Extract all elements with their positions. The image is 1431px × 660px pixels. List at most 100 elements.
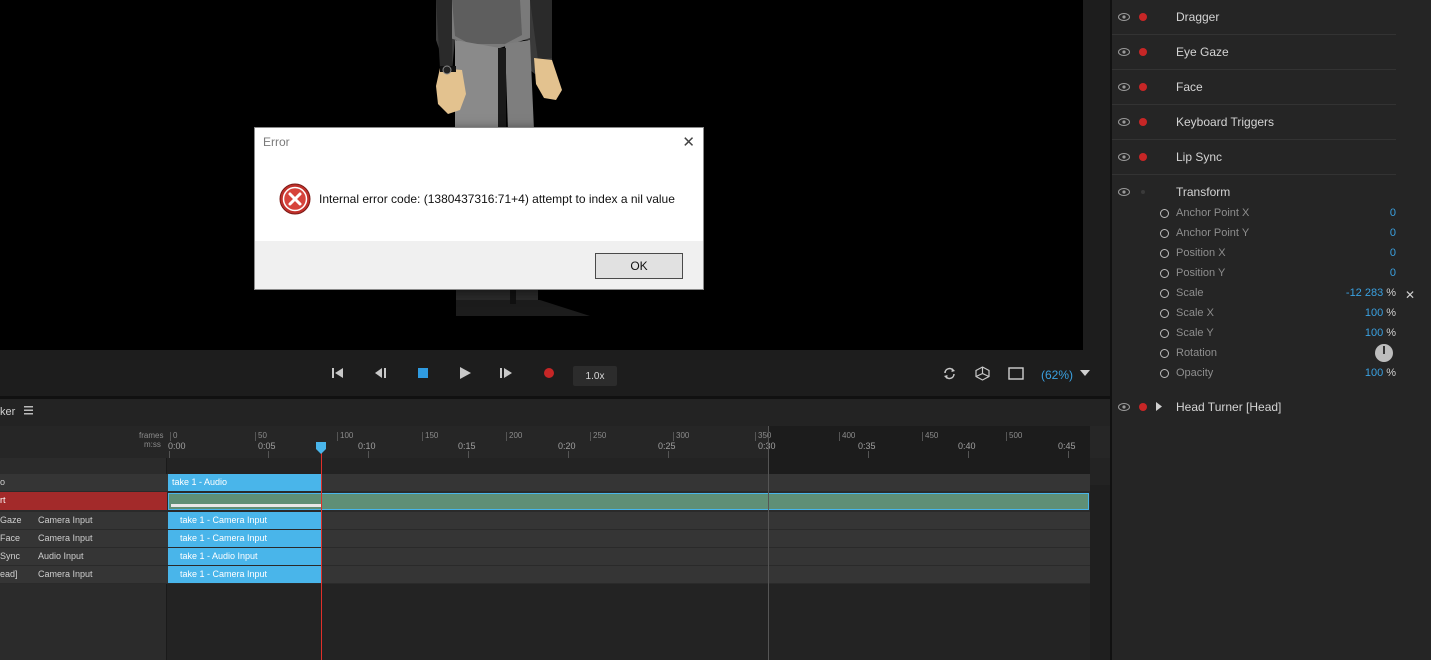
- play-button[interactable]: [458, 365, 472, 381]
- behavior-row[interactable]: Keyboard Triggers: [1112, 105, 1396, 140]
- transform-param-row[interactable]: Anchor Point Y 0: [1156, 225, 1396, 245]
- hamburger-menu-icon[interactable]: [24, 406, 33, 418]
- param-number[interactable]: 100: [1365, 367, 1383, 379]
- keyframe-circle-icon[interactable]: [1160, 289, 1169, 298]
- param-value[interactable]: 100%: [1365, 327, 1396, 339]
- stop-button[interactable]: [416, 365, 430, 381]
- disclosure-triangle-icon[interactable]: [1156, 402, 1162, 411]
- eye-icon[interactable]: [1118, 48, 1130, 56]
- record-dot-icon[interactable]: [1139, 13, 1147, 21]
- step-back-button[interactable]: [374, 365, 388, 381]
- keyframe-circle-icon[interactable]: [1160, 309, 1169, 318]
- behavior-row[interactable]: Eye Gaze: [1112, 35, 1396, 70]
- timeline-track[interactable]: Face Camera Input take 1 - Camera Input: [0, 530, 1090, 548]
- keyframe-circle-icon[interactable]: [1160, 349, 1169, 358]
- go-to-start-button[interactable]: [331, 365, 345, 381]
- ok-button[interactable]: OK: [595, 253, 683, 279]
- frame-tick: [755, 432, 756, 441]
- param-number[interactable]: 100: [1365, 327, 1383, 339]
- eye-icon[interactable]: [1118, 188, 1130, 196]
- keyframe-circle-icon[interactable]: [1160, 229, 1169, 238]
- selected-track-header[interactable]: [0, 492, 167, 510]
- eye-icon[interactable]: [1118, 118, 1130, 126]
- selected-track-bar[interactable]: [168, 493, 1089, 510]
- transform-param-row[interactable]: Scale X 100%: [1156, 305, 1396, 325]
- param-number[interactable]: 100: [1365, 307, 1383, 319]
- eye-icon[interactable]: [1118, 403, 1130, 411]
- transform-param-row[interactable]: Anchor Point X 0: [1156, 205, 1396, 225]
- record-dot-icon[interactable]: [1139, 83, 1147, 91]
- param-number[interactable]: 0: [1390, 247, 1396, 259]
- param-number[interactable]: 0: [1390, 207, 1396, 219]
- keyframe-circle-icon[interactable]: [1160, 249, 1169, 258]
- close-icon[interactable]: ✕: [682, 133, 695, 151]
- record-button[interactable]: [542, 365, 556, 381]
- fullscreen-button[interactable]: [1008, 365, 1024, 381]
- frame-tick: [590, 432, 591, 441]
- timeline-clip[interactable]: take 1 - Audio: [168, 474, 321, 491]
- transform-param-row[interactable]: Scale -12 283%: [1156, 285, 1396, 305]
- time-tick: [1068, 451, 1069, 458]
- keyframe-circle-icon[interactable]: [1160, 209, 1169, 218]
- frame-tick: [170, 432, 171, 441]
- behavior-row[interactable]: Dragger: [1112, 0, 1396, 35]
- keyframe-circle-icon[interactable]: [1160, 369, 1169, 378]
- transform-param-row[interactable]: Position Y 0: [1156, 265, 1396, 285]
- timeline-track[interactable]: ead] Camera Input take 1 - Camera Input: [0, 566, 1090, 584]
- keyframe-circle-icon[interactable]: [1160, 329, 1169, 338]
- timeline-track[interactable]: rt: [0, 492, 1090, 512]
- param-value[interactable]: 0: [1390, 227, 1396, 239]
- behavior-row[interactable]: Lip Sync: [1112, 140, 1396, 175]
- transform-param-row[interactable]: Opacity 100%: [1156, 365, 1396, 385]
- loop-button[interactable]: [941, 365, 957, 381]
- param-value[interactable]: 100%: [1365, 307, 1396, 319]
- eye-icon[interactable]: [1118, 13, 1130, 21]
- param-label: Rotation: [1176, 347, 1217, 359]
- timeline-clip[interactable]: take 1 - Camera Input: [168, 566, 321, 583]
- param-value[interactable]: 0: [1390, 267, 1396, 279]
- frame-tick: [337, 432, 338, 441]
- keyframe-circle-icon[interactable]: [1160, 269, 1169, 278]
- timeline-clip[interactable]: take 1 - Camera Input: [168, 530, 321, 547]
- zoom-level[interactable]: (62%): [1041, 368, 1073, 382]
- timeline-track[interactable]: Sync Audio Input take 1 - Audio Input: [0, 548, 1090, 566]
- record-dot-icon[interactable]: [1139, 118, 1147, 126]
- playhead-handle[interactable]: [316, 442, 326, 454]
- param-value[interactable]: 100%: [1365, 367, 1396, 379]
- behavior-row-head-turner[interactable]: Head Turner [Head]: [1112, 390, 1396, 425]
- frame-tick: [255, 432, 256, 441]
- zoom-dropdown-button[interactable]: [1079, 365, 1091, 381]
- behavior-row[interactable]: Face: [1112, 70, 1396, 105]
- timeline-scroll-gutter[interactable]: [1090, 485, 1110, 660]
- behavior-name: Keyboard Triggers: [1176, 115, 1275, 129]
- scale-reset-icon[interactable]: ✕: [1405, 288, 1415, 302]
- record-dot-icon[interactable]: [1141, 190, 1145, 194]
- timeline-clip[interactable]: take 1 - Audio Input: [168, 548, 321, 565]
- record-dot-icon[interactable]: [1139, 48, 1147, 56]
- param-value[interactable]: 0: [1390, 207, 1396, 219]
- frame-tick-label: 500: [1009, 431, 1023, 440]
- param-number[interactable]: 0: [1390, 227, 1396, 239]
- record-dot-icon[interactable]: [1139, 153, 1147, 161]
- frame-tick-label: 250: [593, 431, 607, 440]
- transform-param-row[interactable]: Scale Y 100%: [1156, 325, 1396, 345]
- time-tick-label: 0:05: [258, 441, 276, 451]
- eye-icon[interactable]: [1118, 83, 1130, 91]
- timeline-track[interactable]: o take 1 - Audio: [0, 474, 1090, 492]
- camera-toggle-button[interactable]: [974, 365, 990, 381]
- timeline-clip[interactable]: take 1 - Camera Input: [168, 512, 321, 529]
- step-forward-button[interactable]: [499, 365, 513, 381]
- transform-param-row[interactable]: Position X 0: [1156, 245, 1396, 265]
- record-dot-icon[interactable]: [1139, 403, 1147, 411]
- param-value[interactable]: 0: [1390, 247, 1396, 259]
- track-name: Face: [0, 533, 21, 543]
- param-value[interactable]: -12 283%: [1346, 287, 1396, 299]
- frame-tick: [422, 432, 423, 441]
- param-number[interactable]: -12 283: [1346, 287, 1383, 299]
- transform-param-row[interactable]: Rotation: [1156, 345, 1396, 365]
- timeline-track[interactable]: Gaze Camera Input take 1 - Camera Input: [0, 512, 1090, 530]
- rotation-dial-icon[interactable]: [1375, 344, 1393, 362]
- playback-speed[interactable]: 1.0x: [573, 366, 617, 386]
- eye-icon[interactable]: [1118, 153, 1130, 161]
- param-number[interactable]: 0: [1390, 267, 1396, 279]
